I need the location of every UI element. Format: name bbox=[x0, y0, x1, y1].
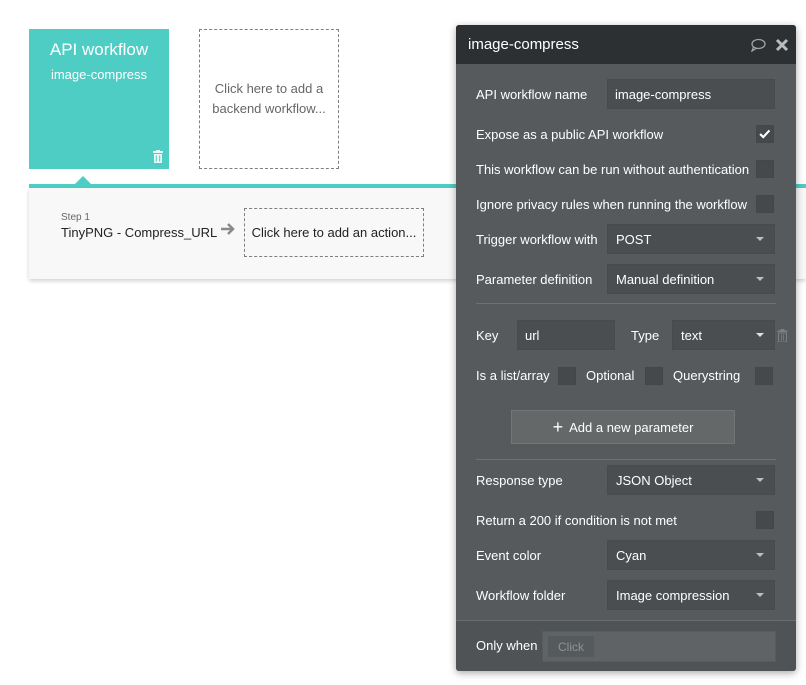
chevron-down-icon bbox=[756, 593, 764, 597]
name-label: API workflow name bbox=[476, 87, 588, 102]
chevron-down-icon bbox=[756, 478, 764, 482]
response-type-value: JSON Object bbox=[616, 472, 692, 488]
arrow-right-icon bbox=[221, 223, 235, 235]
key-label: Key bbox=[476, 328, 499, 343]
no-auth-checkbox[interactable] bbox=[756, 160, 774, 178]
response-type-select[interactable]: JSON Object bbox=[607, 465, 775, 495]
add-action-button[interactable]: Click here to add an action... bbox=[244, 208, 424, 257]
querystring-checkbox[interactable] bbox=[755, 367, 773, 385]
comment-icon[interactable] bbox=[750, 38, 766, 52]
divider bbox=[476, 459, 776, 460]
api-workflow-card[interactable]: API workflow image-compress bbox=[29, 29, 169, 169]
param-type-value: text bbox=[681, 327, 702, 343]
add-parameter-button[interactable]: + Add a new parameter bbox=[511, 410, 735, 444]
only-when-section: Only when Click bbox=[456, 620, 796, 671]
trigger-value: POST bbox=[616, 231, 652, 247]
return200-label: Return a 200 if condition is not met bbox=[476, 513, 677, 528]
expose-label: Expose as a public API workflow bbox=[476, 127, 664, 142]
check-icon bbox=[759, 129, 771, 139]
only-when-click-chip[interactable]: Click bbox=[548, 636, 594, 657]
trash-icon[interactable] bbox=[152, 150, 164, 163]
chevron-down-icon bbox=[756, 553, 764, 557]
only-when-label: Only when bbox=[476, 638, 538, 653]
workflow-card-title: API workflow bbox=[49, 40, 149, 59]
no-auth-label: This workflow can be run without authent… bbox=[476, 162, 750, 177]
folder-label: Workflow folder bbox=[476, 588, 566, 603]
ignore-privacy-checkbox[interactable] bbox=[756, 195, 774, 213]
optional-checkbox[interactable] bbox=[645, 367, 663, 385]
ignore-privacy-label: Ignore privacy rules when running the wo… bbox=[476, 197, 747, 212]
chevron-down-icon bbox=[756, 277, 764, 281]
param-def-select[interactable]: Manual definition bbox=[607, 264, 775, 294]
return200-checkbox[interactable] bbox=[756, 511, 774, 529]
folder-value: Image compression bbox=[616, 587, 730, 603]
close-icon[interactable] bbox=[774, 38, 790, 52]
querystring-label: Querystring bbox=[673, 368, 741, 383]
type-label: Type bbox=[631, 328, 660, 343]
workflow-card-subtitle: image-compress bbox=[50, 67, 148, 82]
divider bbox=[476, 303, 776, 304]
event-color-select[interactable]: Cyan bbox=[607, 540, 775, 570]
selected-pointer bbox=[75, 176, 91, 184]
workflow-name-input[interactable]: image-compress bbox=[607, 79, 775, 109]
expose-checkbox[interactable] bbox=[756, 125, 774, 143]
step-name: TinyPNG - Compress_URL bbox=[61, 225, 218, 240]
event-color-value: Cyan bbox=[616, 547, 647, 563]
response-type-label: Response type bbox=[476, 473, 563, 488]
trigger-select[interactable]: POST bbox=[607, 224, 775, 254]
add-param-label: Add a new parameter bbox=[569, 419, 694, 435]
is-list-label: Is a list/array bbox=[476, 368, 550, 383]
param-key-input[interactable]: url bbox=[517, 320, 615, 350]
panel-header: image-compress bbox=[456, 25, 796, 64]
chevron-down-icon bbox=[756, 237, 764, 241]
step-1[interactable]: Step 1 TinyPNG - Compress_URL bbox=[61, 212, 217, 240]
event-color-label: Event color bbox=[476, 548, 542, 563]
param-def-value: Manual definition bbox=[616, 271, 715, 287]
trigger-label: Trigger workflow with bbox=[476, 232, 598, 247]
workflow-properties-panel: image-compress API workflow name image-c… bbox=[456, 25, 796, 671]
only-when-field[interactable]: Click bbox=[542, 631, 776, 662]
step-number: Step 1 bbox=[61, 212, 90, 223]
param-def-label: Parameter definition bbox=[476, 272, 593, 287]
is-list-checkbox[interactable] bbox=[558, 367, 576, 385]
folder-select[interactable]: Image compression bbox=[607, 580, 775, 610]
chevron-down-icon bbox=[756, 333, 764, 337]
panel-title: image-compress bbox=[468, 36, 579, 53]
optional-label: Optional bbox=[586, 368, 635, 383]
add-backend-workflow-button[interactable]: Click here to add a backend workflow... bbox=[199, 29, 339, 169]
trash-icon[interactable] bbox=[777, 329, 788, 342]
plus-icon: + bbox=[552, 417, 564, 437]
param-type-select[interactable]: text bbox=[672, 320, 775, 350]
